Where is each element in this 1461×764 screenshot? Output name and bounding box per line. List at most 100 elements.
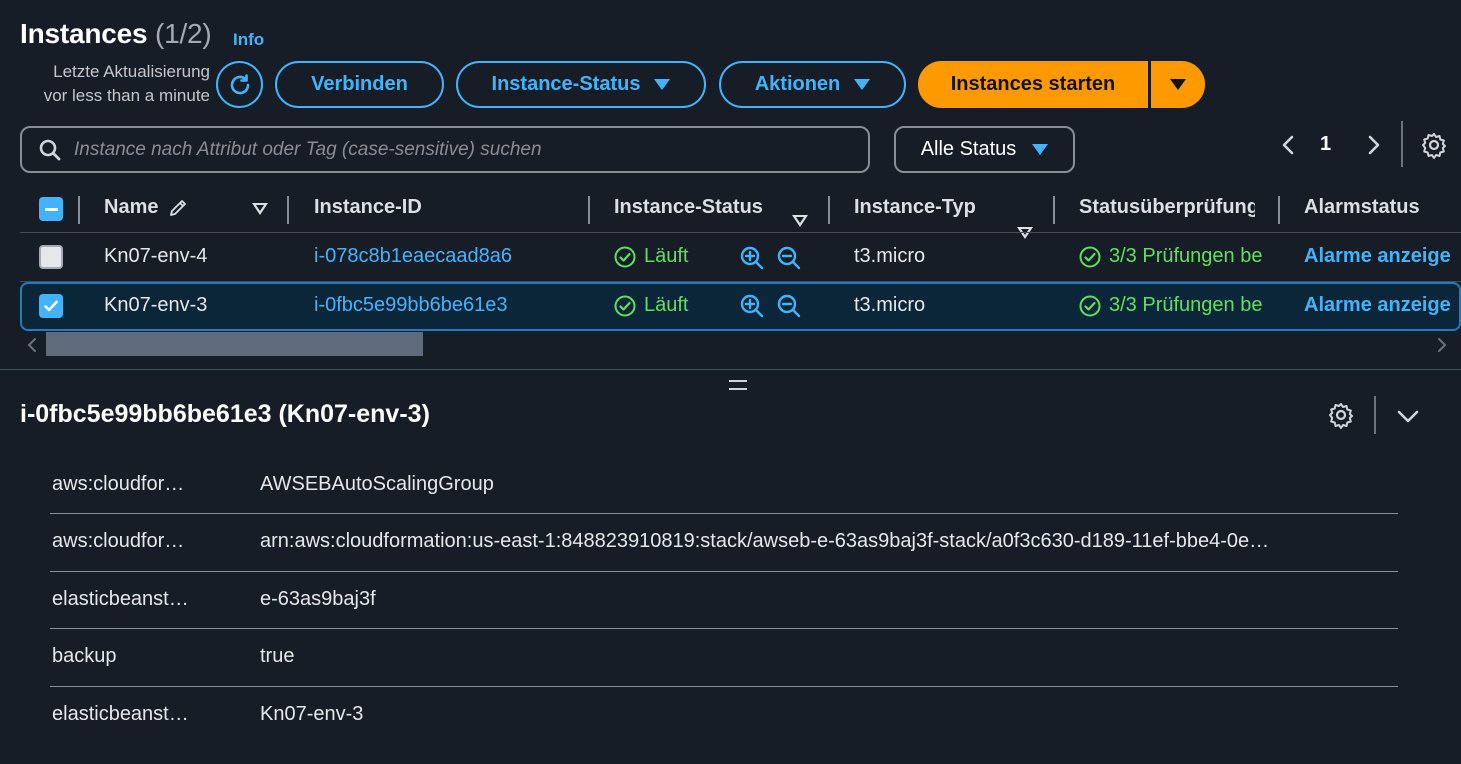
column-header-alarm-status[interactable]: Alarmstatus — [1304, 196, 1420, 219]
instance-status: Läuft — [614, 245, 688, 268]
edit-pencil-icon — [170, 199, 187, 216]
checkmark-icon — [44, 300, 58, 312]
tag-divider — [50, 571, 1398, 572]
selection-count: (1/2) — [154, 18, 212, 49]
gear-icon[interactable] — [1420, 131, 1448, 159]
status-check: 3/3 Prüfungen be — [1079, 294, 1262, 317]
scroll-right-icon[interactable] — [1436, 337, 1448, 353]
column-divider[interactable] — [287, 196, 289, 224]
status-filter-value: Alle Status — [920, 138, 1017, 160]
refresh-button[interactable] — [216, 61, 263, 108]
search-input[interactable]: Instance nach Attribut oder Tag (case-se… — [20, 126, 870, 173]
instance-name: Kn07-env-4 — [104, 245, 208, 267]
tag-key: aws:cloudfor… — [52, 473, 185, 495]
column-divider[interactable] — [1278, 196, 1280, 224]
tag-key: elasticbeanst… — [52, 703, 189, 725]
last-update-line1: Letzte Aktualisierung — [53, 62, 210, 81]
zoom-out-icon[interactable] — [776, 293, 802, 319]
instance-type: t3.micro — [854, 245, 926, 267]
actions-button[interactable]: Aktionen — [719, 61, 906, 108]
caret-down-icon — [854, 79, 871, 90]
chevron-down-icon[interactable] — [1395, 403, 1421, 429]
status-check: 3/3 Prüfungen be — [1079, 245, 1262, 268]
detail-header-divider — [1374, 396, 1376, 434]
table-header-divider — [20, 232, 1461, 233]
page-number[interactable]: 1 — [1320, 133, 1331, 156]
column-header-status-check[interactable]: Statusüberprüfung — [1079, 196, 1255, 219]
drag-handle-icon[interactable] — [729, 380, 747, 390]
page-title-text: Instances — [20, 18, 148, 49]
column-divider — [78, 196, 80, 224]
tag-value: Kn07-env-3 — [260, 703, 364, 725]
view-alarms-link[interactable]: Alarme anzeige — [1304, 245, 1451, 268]
search-placeholder: Instance nach Attribut oder Tag (case-se… — [74, 138, 542, 160]
chevron-left-icon[interactable] — [1279, 134, 1299, 156]
zoom-in-icon[interactable] — [739, 293, 765, 319]
pager-divider — [1401, 121, 1403, 167]
status-check-label: 3/3 Prüfungen be — [1109, 294, 1263, 316]
instance-type: t3.micro — [854, 294, 926, 316]
last-update-line2: vor less than a minute — [43, 86, 210, 105]
column-divider[interactable] — [588, 196, 590, 224]
connect-button[interactable]: Verbinden — [275, 61, 444, 108]
horizontal-scrollbar-thumb[interactable] — [46, 332, 423, 356]
column-header-label: Statusüberprüfung — [1079, 196, 1255, 218]
sort-down-icon[interactable] — [1017, 227, 1033, 239]
check-circle-icon — [614, 295, 636, 316]
instance-status-label: Läuft — [644, 294, 689, 316]
column-header-name[interactable]: Name — [104, 196, 188, 219]
column-header-label: Instance-ID — [314, 196, 422, 218]
column-header-instance-type[interactable]: Instance-Typ — [854, 196, 976, 219]
launch-instances-dropdown[interactable] — [1151, 61, 1205, 108]
tag-key: backup — [52, 645, 117, 667]
tag-divider — [50, 686, 1398, 687]
caret-down-icon — [1032, 144, 1049, 155]
actions-label: Aktionen — [754, 73, 841, 95]
split-panel-divider — [0, 369, 1461, 370]
view-alarms-link[interactable]: Alarme anzeige — [1304, 294, 1451, 317]
column-header-label: Instance-Status — [614, 196, 763, 218]
last-update-text: Letzte Aktualisierung vor less than a mi… — [20, 60, 210, 108]
scroll-left-icon[interactable] — [26, 337, 38, 353]
zoom-out-icon[interactable] — [776, 245, 802, 271]
column-header-instance-id[interactable]: Instance-ID — [314, 196, 422, 219]
gear-icon[interactable] — [1327, 401, 1355, 429]
info-link[interactable]: Info — [233, 30, 264, 50]
select-all-checkbox[interactable] — [39, 197, 63, 221]
instance-name: Kn07-env-3 — [104, 294, 208, 316]
column-header-label: Instance-Typ — [854, 196, 976, 218]
search-icon — [39, 139, 61, 160]
check-circle-icon — [1079, 295, 1101, 316]
check-circle-icon — [614, 246, 636, 267]
tag-key: aws:cloudfor… — [52, 530, 185, 552]
row-checkbox-checked[interactable] — [39, 294, 63, 318]
tag-value: true — [260, 645, 295, 667]
connect-label: Verbinden — [311, 73, 408, 95]
tag-value: arn:aws:cloudformation:us-east-1:8488239… — [260, 530, 1270, 552]
sort-down-icon[interactable] — [792, 215, 808, 227]
column-divider[interactable] — [828, 196, 830, 224]
tag-key: elasticbeanst… — [52, 588, 189, 610]
zoom-in-icon[interactable] — [739, 245, 765, 271]
tag-divider — [50, 628, 1398, 629]
launch-instances-button[interactable]: Instances starten — [918, 61, 1148, 108]
check-circle-icon — [1079, 246, 1101, 267]
status-filter-select[interactable]: Alle Status — [894, 126, 1075, 173]
refresh-icon — [230, 73, 249, 94]
tag-value: AWSEBAutoScalingGroup — [260, 473, 494, 495]
row-checkbox[interactable] — [39, 245, 63, 269]
tag-divider — [50, 513, 1398, 514]
chevron-right-icon[interactable] — [1363, 134, 1383, 156]
instance-id-link[interactable]: i-0fbc5e99bb6be61e3 — [314, 294, 508, 317]
instance-status: Läuft — [614, 294, 688, 317]
instance-id-link[interactable]: i-078c8b1eaecaad8a6 — [314, 245, 512, 268]
status-check-label: 3/3 Prüfungen be — [1109, 245, 1263, 267]
sort-down-icon[interactable] — [252, 203, 268, 215]
detail-panel-title: i-0fbc5e99bb6be61e3 (Kn07-env-3) — [20, 400, 430, 428]
column-header-label: Name — [104, 196, 159, 218]
column-divider[interactable] — [1053, 196, 1055, 224]
instance-state-button[interactable]: Instance-Status — [456, 61, 706, 108]
instance-state-label: Instance-Status — [491, 73, 641, 95]
column-header-instance-status[interactable]: Instance-Status — [614, 196, 763, 219]
instance-status-label: Läuft — [644, 245, 689, 267]
